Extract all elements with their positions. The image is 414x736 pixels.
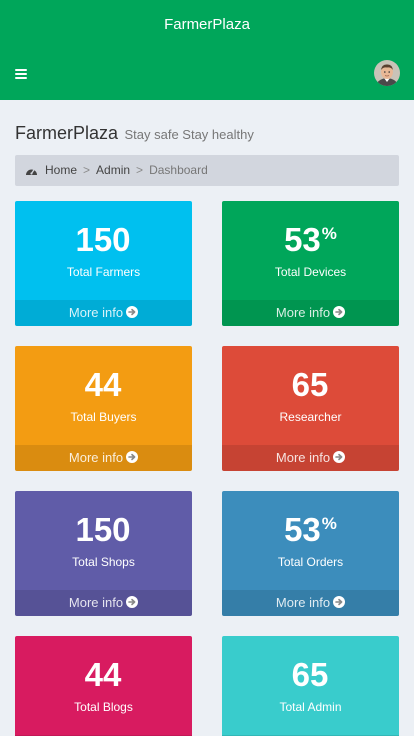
stat-suffix: % — [321, 224, 337, 243]
breadcrumb: Home > Admin > Dashboard — [15, 155, 399, 186]
hamburger-icon[interactable] — [15, 69, 27, 80]
stat-suffix: % — [321, 514, 337, 533]
arrow-circle-right-icon — [126, 446, 139, 463]
more-info-link[interactable]: More info — [222, 590, 399, 616]
stat-number: 150 — [75, 511, 131, 548]
stat-value: 53% — [222, 505, 399, 549]
stat-number: 65 — [291, 366, 329, 403]
stat-tile-researcher: 65 Researcher More info — [222, 346, 399, 471]
page-header: FarmerPlaza Stay safe Stay healthy — [15, 123, 399, 147]
stat-value: 44 — [15, 650, 192, 694]
dashboard-icon — [25, 157, 38, 188]
stat-tile-devices: 53% Total Devices More info — [222, 201, 399, 326]
stat-label: Total Admin — [279, 700, 342, 714]
more-info-link[interactable]: More info — [222, 300, 399, 326]
stat-value: 65 — [222, 650, 399, 694]
stat-label: Researcher — [279, 410, 342, 424]
more-info-link[interactable]: More info — [222, 445, 399, 471]
stat-label: Total Orders — [277, 555, 344, 569]
more-info-link[interactable]: More info — [15, 590, 192, 616]
stat-value: 150 — [15, 215, 192, 259]
top-navbar: FarmerPlaza — [0, 0, 414, 100]
stat-number: 44 — [84, 366, 122, 403]
stat-tile-orders: 53% Total Orders More info — [222, 491, 399, 616]
more-info-label: More info — [68, 450, 124, 465]
stat-value: 44 — [15, 360, 192, 404]
stat-value: 150 — [15, 505, 192, 549]
stat-number: 65 — [291, 656, 329, 693]
page-subtitle: Stay safe Stay healthy — [124, 127, 254, 142]
more-info-label: More info — [68, 305, 124, 320]
more-info-label: More info — [68, 595, 124, 610]
breadcrumb-dashboard: Dashboard — [149, 163, 208, 177]
stat-label: Total Buyers — [70, 410, 137, 424]
more-info-label: More info — [275, 305, 331, 320]
page-title: FarmerPlaza — [15, 123, 119, 143]
arrow-circle-right-icon — [126, 591, 139, 608]
more-info-label: More info — [275, 595, 331, 610]
breadcrumb-admin[interactable]: Admin — [96, 163, 130, 177]
arrow-circle-right-icon — [333, 301, 346, 318]
more-info-link[interactable]: More info — [15, 445, 192, 471]
more-info-label: More info — [275, 450, 331, 465]
stat-number: 53 — [284, 511, 321, 548]
breadcrumb-home[interactable]: Home — [45, 163, 77, 177]
stat-tile-farmers: 150 Total Farmers More info — [15, 201, 192, 326]
arrow-circle-right-icon — [126, 301, 139, 318]
arrow-circle-right-icon — [333, 446, 346, 463]
stat-label: Total Shops — [72, 555, 135, 569]
stat-value: 65 — [222, 360, 399, 404]
stat-label: Total Blogs — [74, 700, 133, 714]
breadcrumb-separator: > — [136, 163, 144, 177]
arrow-circle-right-icon — [333, 591, 346, 608]
stat-number: 53 — [284, 221, 321, 258]
stat-number: 150 — [75, 221, 131, 258]
stat-tile-admin: 65Total AdminMore info — [222, 636, 399, 736]
app-brand[interactable]: FarmerPlaza — [0, 0, 414, 50]
stat-label: Total Farmers — [66, 265, 141, 279]
more-info-link[interactable]: More info — [15, 300, 192, 326]
user-avatar-icon[interactable] — [374, 60, 400, 86]
stat-label: Total Devices — [274, 265, 347, 279]
stat-value: 53% — [222, 215, 399, 259]
breadcrumb-separator: > — [83, 163, 91, 177]
stat-tile-buyers: 44 Total Buyers More info — [15, 346, 192, 471]
stat-tile-blogs: 44Total BlogsMore info — [15, 636, 192, 736]
stat-number: 44 — [84, 656, 122, 693]
stat-tile-shops: 150 Total Shops More info — [15, 491, 192, 616]
